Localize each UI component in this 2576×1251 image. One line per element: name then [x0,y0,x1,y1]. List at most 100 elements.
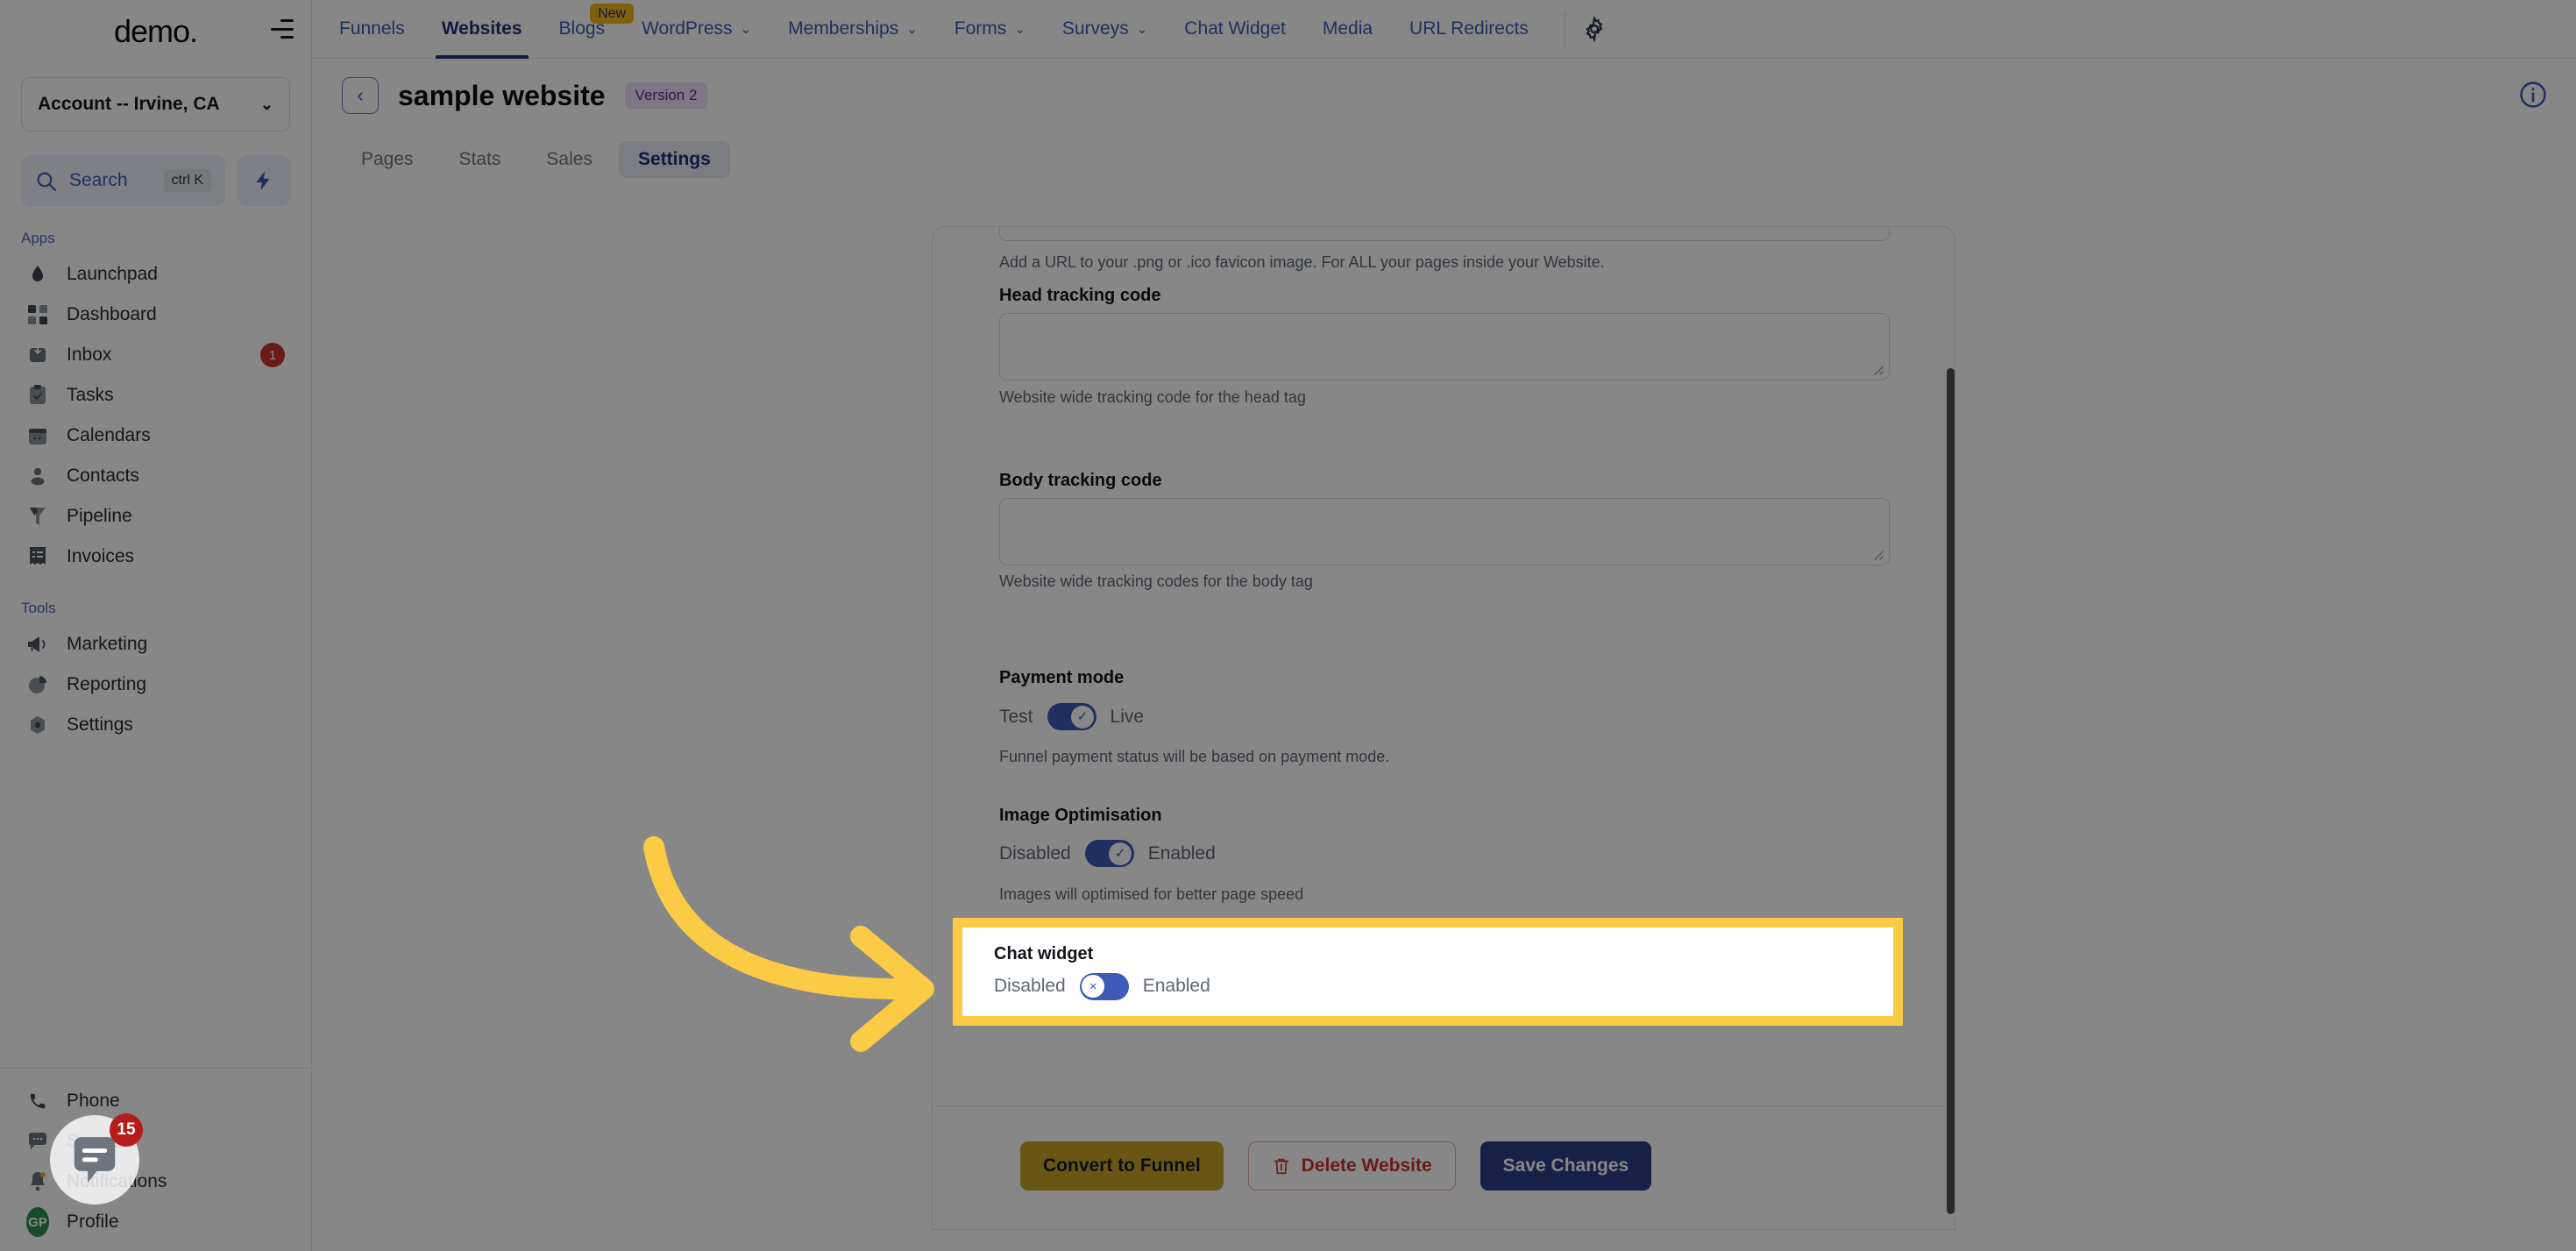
topnav-item-funnels[interactable]: Funnels [321,0,423,59]
bolt-icon [256,171,270,190]
sidebar-item-dashboard[interactable]: Dashboard [12,295,299,335]
sidebar-item-label: Marketing [67,634,148,654]
save-changes-button[interactable]: Save Changes [1480,1141,1652,1191]
info-circle-icon[interactable] [2518,80,2548,110]
collapse-menu-icon[interactable] [271,19,294,39]
tab-pages[interactable]: Pages [342,141,433,178]
chevron-down-icon: ⌄ [1136,22,1148,37]
tab-stats[interactable]: Stats [440,141,521,178]
launchpad-icon [26,263,49,286]
invoices-icon [26,545,49,568]
sidebar-apps-list: Launchpad Dashboard Inbox 1 Tasks Calend… [0,254,311,577]
chevron-down-icon: ⌄ [259,95,273,113]
topnav-item-surveys[interactable]: Surveys ⌄ [1044,0,1166,59]
topnav-item-url-redirects[interactable]: URL Redirects [1391,0,1547,59]
pipeline-icon [26,505,49,528]
payment-mode-on-label: Live [1110,706,1145,727]
topnav-label: Surveys [1061,18,1129,39]
back-button[interactable]: ‹ [342,77,379,114]
trash-icon [1274,1158,1288,1175]
sidebar-item-reporting[interactable]: Reporting [12,665,299,705]
topnav-settings-button[interactable] [1576,11,1613,47]
delete-website-label: Delete Website [1301,1155,1432,1176]
payment-mode-toggle[interactable]: ✓ [1047,703,1096,730]
content-scrollbar-thumb[interactable] [1947,368,1955,1214]
sidebar-section-tools: Tools [21,600,56,616]
favicon-url-input[interactable] [999,227,1890,241]
sidebar-item-phone[interactable]: Phone [12,1081,299,1121]
sidebar-item-label: Invoices [67,546,135,566]
sidebar-item-label: Inbox [67,345,112,365]
sidebar-section-apps: Apps [21,230,55,246]
topnav-label: Memberships [788,18,899,39]
topnav-item-blogs[interactable]: Blogs New [541,0,635,59]
toggle-knob: × [1082,975,1105,998]
sidebar-item-tasks[interactable]: Tasks [12,375,299,416]
bell-icon [26,1170,49,1193]
tab-sales[interactable]: Sales [527,141,612,178]
chat-launcher-button[interactable]: 15 [50,1113,143,1205]
topnav-item-websites[interactable]: Websites [423,0,541,59]
actions-divider [933,1105,1955,1106]
avatar: GP [26,1207,49,1237]
page-title: sample website [398,79,606,111]
toggle-knob: ✓ [1109,842,1132,865]
topnav-item-media[interactable]: Media [1304,0,1391,59]
sidebar-item-contacts[interactable]: Contacts [12,456,299,496]
sidebar-item-label: Dashboard [67,304,157,324]
body-tracking-textarea[interactable] [999,498,1890,565]
head-tracking-label: Head tracking code [999,286,1161,305]
topnav-item-wordpress[interactable]: WordPress ⌄ [623,0,770,59]
page-subtabs: Pages Stats Sales Settings [312,132,2576,187]
chat-launcher-badge: 15 [110,1113,143,1147]
topnav-label: Media [1322,18,1373,39]
chevron-down-icon: ⌄ [1014,22,1025,37]
brand-logo: demo. [114,13,198,50]
sidebar-item-calendars[interactable]: Calendars [12,416,299,456]
convert-to-funnel-button[interactable]: Convert to Funnel [1020,1141,1224,1191]
tab-settings[interactable]: Settings [618,141,730,178]
sidebar-bottom: Phone Support Notifications GP [0,1052,311,1251]
sidebar-item-profile[interactable]: GP Profile [12,1202,299,1242]
body-tracking-hint: Website wide tracking codes for the body… [999,572,1313,590]
image-optimisation-toggle[interactable]: ✓ [1084,840,1134,867]
top-navigation: Funnels Websites Blogs New WordPress ⌄ M… [312,0,2576,59]
calendar-icon [26,424,49,447]
account-selector[interactable]: Account -- Irvine, CA ⌄ [21,77,290,131]
payment-mode-hint: Funnel payment status will be based on p… [999,748,1390,765]
search-shortcut: ctrl K [163,169,211,192]
sidebar-item-inbox[interactable]: Inbox 1 [12,335,299,375]
chat-widget-toggle[interactable]: × [1079,972,1129,1000]
quick-action-button[interactable] [238,154,290,207]
head-tracking-hint: Website wide tracking code for the head … [999,388,1306,406]
sidebar-item-settings[interactable]: Settings [12,705,299,745]
image-optimisation-hint: Images will optimised for better page sp… [999,885,1304,903]
sidebar-item-label: Launchpad [67,264,158,284]
dashboard-icon [26,303,49,326]
sidebar-item-launchpad[interactable]: Launchpad [12,254,299,295]
topnav-label: Funnels [339,18,405,39]
chat-widget-label: Chat widget [994,943,1094,963]
sidebar-item-invoices[interactable]: Invoices [12,537,299,577]
version-badge: Version 2 [624,82,708,109]
phone-icon [26,1090,49,1112]
resize-grip-icon [1874,366,1884,376]
sidebar-bottom-list: Phone Support Notifications GP [0,1081,311,1242]
gear-icon [1586,16,1603,42]
contacts-icon [26,465,49,487]
sidebar-item-marketing[interactable]: Marketing [12,624,299,665]
search-input[interactable]: Search ctrl K [21,154,225,207]
sidebar-item-pipeline[interactable]: Pipeline [12,496,299,537]
topnav-item-forms[interactable]: Forms ⌄ [936,0,1044,59]
image-optimisation-label: Image Optimisation [999,806,1162,825]
topnav-label: URL Redirects [1409,18,1529,39]
topnav-item-memberships[interactable]: Memberships ⌄ [770,0,936,59]
head-tracking-textarea[interactable] [999,313,1890,380]
topnav-item-chat-widget[interactable]: Chat Widget [1166,0,1304,59]
sidebar-divider [0,1068,311,1069]
gear-icon [26,714,49,736]
sidebar-logo-row: demo. [0,0,311,63]
chevron-left-icon: ‹ [357,84,364,106]
avatar-initials: GP [26,1207,49,1237]
delete-website-button[interactable]: Delete Website [1247,1141,1456,1191]
